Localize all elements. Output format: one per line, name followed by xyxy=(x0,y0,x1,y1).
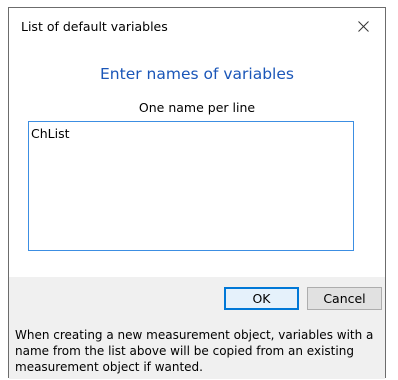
dialog-window: List of default variables Enter names of… xyxy=(8,7,386,379)
close-icon xyxy=(357,20,369,32)
footer-note: When creating a new measurement object, … xyxy=(9,319,385,379)
button-bar: OK Cancel xyxy=(9,277,385,319)
ok-button[interactable]: OK xyxy=(224,287,299,310)
window-title: List of default variables xyxy=(21,19,168,34)
instruction-label: One name per line xyxy=(138,100,256,115)
variables-textarea[interactable]: ChList xyxy=(28,121,354,251)
dialog-heading: Enter names of variables xyxy=(100,65,294,83)
close-button[interactable] xyxy=(341,8,385,44)
cancel-button[interactable]: Cancel xyxy=(307,287,382,310)
title-bar: List of default variables xyxy=(9,8,385,46)
